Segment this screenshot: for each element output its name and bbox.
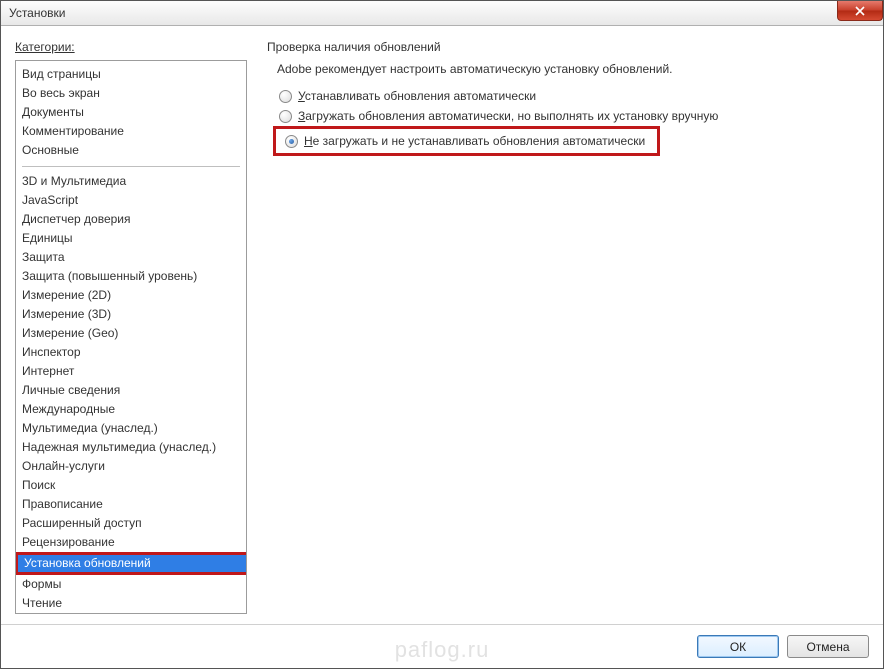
category-item[interactable]: Измерение (2D) (16, 286, 246, 305)
category-separator (22, 166, 240, 167)
category-item[interactable]: JavaScript (16, 191, 246, 210)
sidebar-label: Категории: (15, 40, 247, 54)
update-option[interactable]: Загружать обновления автоматически, но в… (273, 106, 869, 126)
category-item[interactable]: Комментирование (16, 122, 246, 141)
category-item[interactable]: Защита (повышенный уровень) (16, 267, 246, 286)
radio-icon (279, 110, 292, 123)
category-item[interactable]: Мультимедиа (унаслед.) (16, 419, 246, 438)
settings-window: Установки Категории: Вид страницыВо весь… (0, 0, 884, 669)
category-item[interactable]: Правописание (16, 495, 246, 514)
category-item[interactable]: Диспетчер доверия (16, 210, 246, 229)
category-item[interactable]: Основные (16, 141, 246, 160)
category-item[interactable]: Инспектор (16, 343, 246, 362)
category-item[interactable]: Измерение (3D) (16, 305, 246, 324)
category-item[interactable]: Чтение (16, 594, 246, 613)
close-button[interactable] (837, 1, 883, 21)
close-icon (855, 6, 865, 16)
radio-icon (279, 90, 292, 103)
category-item[interactable]: Формы (16, 575, 246, 594)
update-option-label: Загружать обновления автоматически, но в… (298, 109, 718, 123)
category-item[interactable]: Вид страницы (16, 65, 246, 84)
main-panel: Проверка наличия обновлений Adobe рекоме… (267, 40, 869, 614)
update-option[interactable]: Не загружать и не устанавливать обновлен… (279, 131, 651, 151)
titlebar: Установки (1, 1, 883, 26)
category-item[interactable]: Поиск (16, 476, 246, 495)
section-description: Adobe рекомендует настроить автоматическ… (277, 62, 869, 76)
category-item[interactable]: Измерение (Geo) (16, 324, 246, 343)
content: Категории: Вид страницыВо весь экранДоку… (1, 26, 883, 624)
category-item[interactable]: 3D и Мультимедиа (16, 172, 246, 191)
category-item[interactable]: Интернет (16, 362, 246, 381)
category-item[interactable]: Документы (16, 103, 246, 122)
cancel-button[interactable]: Отмена (787, 635, 869, 658)
update-option-highlight: Не загружать и не устанавливать обновлен… (273, 126, 660, 156)
category-item[interactable]: Личные сведения (16, 381, 246, 400)
category-item[interactable]: Защита (16, 248, 246, 267)
category-item[interactable]: Расширенный доступ (16, 514, 246, 533)
category-item[interactable]: Во весь экран (16, 84, 246, 103)
update-option-label: Не загружать и не устанавливать обновлен… (304, 134, 645, 148)
category-item[interactable]: Надежная мультимедиа (унаслед.) (16, 438, 246, 457)
radio-icon (285, 135, 298, 148)
update-option-label: Устанавливать обновления автоматически (298, 89, 536, 103)
category-item[interactable]: Онлайн-услуги (16, 457, 246, 476)
window-title: Установки (9, 6, 65, 20)
update-option[interactable]: Устанавливать обновления автоматически (273, 86, 869, 106)
category-item-selected[interactable]: Установка обновлений (15, 552, 247, 575)
category-item[interactable]: Рецензирование (16, 533, 246, 552)
update-options: Устанавливать обновления автоматически За… (273, 86, 869, 156)
ok-button[interactable]: ОК (697, 635, 779, 658)
category-list[interactable]: Вид страницыВо весь экранДокументыКоммен… (15, 60, 247, 614)
category-item[interactable]: Международные (16, 400, 246, 419)
section-title: Проверка наличия обновлений (267, 40, 869, 54)
sidebar: Категории: Вид страницыВо весь экранДоку… (15, 40, 247, 614)
footer: ОК Отмена (1, 624, 883, 668)
category-item[interactable]: Единицы (16, 229, 246, 248)
